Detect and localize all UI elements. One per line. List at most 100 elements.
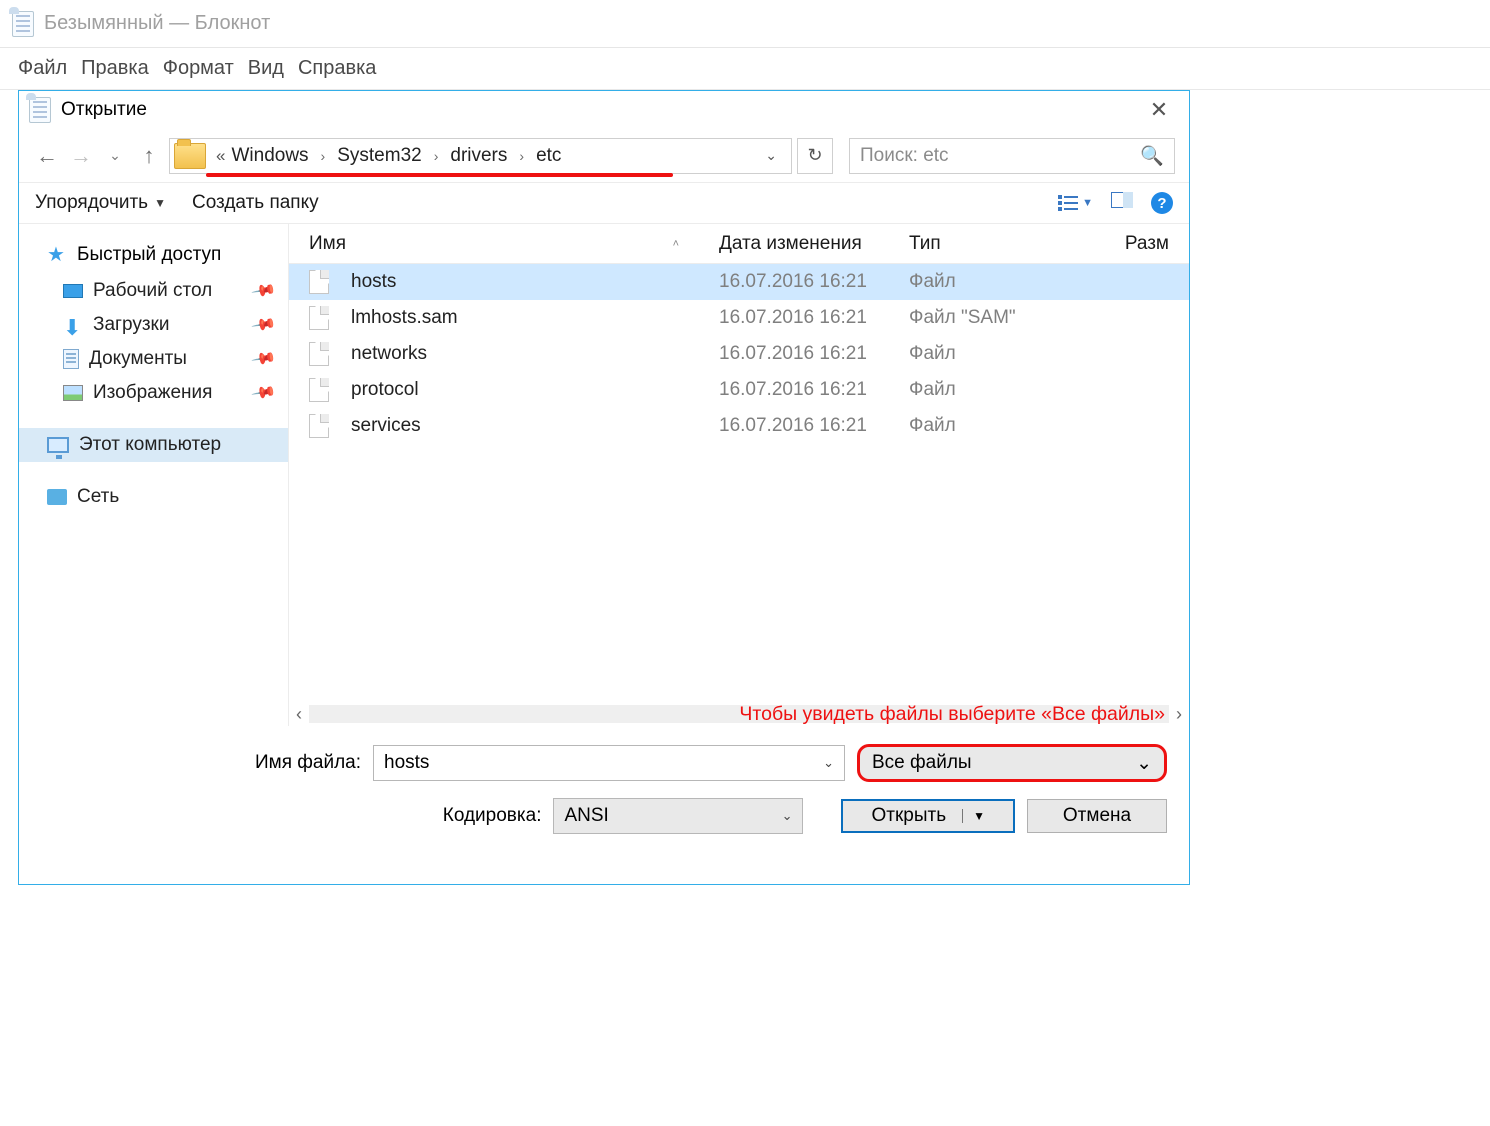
menu-format[interactable]: Формат [163, 57, 234, 80]
breadcrumb-dropdown-icon[interactable]: ⌄ [751, 147, 791, 164]
nav-history-icon[interactable]: ⌄ [101, 147, 129, 164]
sidebar-item-thispc[interactable]: Этот компьютер [19, 428, 288, 462]
file-list: Имя ˄ Дата изменения Тип Разм hosts 16.07… [289, 224, 1189, 726]
filename-value: hosts [384, 752, 429, 774]
nav-up-icon[interactable]: ↑ [135, 143, 163, 169]
menu-view[interactable]: Вид [248, 57, 284, 80]
list-view-icon [1058, 195, 1078, 211]
cancel-button[interactable]: Отмена [1027, 799, 1167, 833]
file-date: 16.07.2016 16:21 [719, 271, 909, 293]
file-row[interactable]: lmhosts.sam16.07.2016 16:21Файл "SAM" [289, 300, 1189, 336]
file-icon [309, 414, 329, 438]
column-type[interactable]: Тип [909, 233, 1109, 255]
dialog-form: Имя файла: hosts ⌄ Все файлы ⌄ Кодировка… [19, 726, 1189, 884]
chevron-right-icon: › [509, 148, 534, 164]
organize-button[interactable]: Упорядочить ▼ [35, 192, 166, 214]
file-icon [309, 378, 329, 402]
file-name: networks [351, 343, 427, 365]
preview-pane-button[interactable] [1111, 192, 1133, 214]
nav-arrows: ← → ⌄ ↑ [33, 143, 163, 169]
file-name: lmhosts.sam [351, 307, 458, 329]
sidebar-item-pictures[interactable]: Изображения 📌 [19, 376, 288, 410]
chevron-down-icon[interactable]: ⌄ [823, 755, 834, 771]
annotation-hint: Чтобы увидеть файлы выберите «Все файлы» [739, 703, 1165, 726]
split-chevron-icon[interactable]: ▼ [962, 809, 985, 823]
breadcrumb: « Windows › System32 › drivers › etc [208, 145, 561, 167]
breadcrumb-part[interactable]: etc [536, 145, 561, 167]
open-dialog: Открытие ✕ ← → ⌄ ↑ « Windows › System32 … [18, 90, 1190, 885]
column-name[interactable]: Имя ˄ [309, 233, 719, 255]
search-input[interactable]: Поиск: etc 🔍 [849, 138, 1175, 174]
chevron-right-icon: › [311, 148, 336, 164]
file-date: 16.07.2016 16:21 [719, 379, 909, 401]
pin-icon: 📌 [250, 379, 278, 407]
menu-edit[interactable]: Правка [81, 57, 149, 80]
filetype-filter[interactable]: Все файлы ⌄ [857, 744, 1167, 782]
new-folder-button[interactable]: Создать папку [192, 192, 319, 214]
nav-forward-icon: → [67, 143, 95, 169]
chevron-down-icon[interactable]: ⌄ [782, 808, 793, 824]
horizontal-scrollbar[interactable]: ‹ Чтобы увидеть файлы выберите «Все файл… [289, 702, 1189, 726]
file-row[interactable]: hosts 16.07.2016 16:21Файл [289, 264, 1189, 300]
dialog-icon [29, 97, 51, 123]
star-icon: ★ [47, 245, 67, 265]
encoding-value: ANSI [564, 805, 608, 827]
file-type: Файл [909, 271, 1109, 293]
view-mode-button[interactable]: ▼ [1058, 195, 1093, 211]
network-icon [47, 489, 67, 505]
notepad-titlebar: Безымянный — Блокнот [0, 0, 1490, 48]
nav-back-icon[interactable]: ← [33, 143, 61, 169]
sidebar: ★ Быстрый доступ Рабочий стол 📌 ⬇ Загруз… [19, 224, 289, 726]
column-date[interactable]: Дата изменения [719, 233, 909, 255]
menu-help[interactable]: Справка [298, 57, 376, 80]
sidebar-item-network[interactable]: Сеть [19, 480, 288, 514]
file-icon [309, 306, 329, 330]
breadcrumb-part[interactable]: drivers [450, 145, 507, 167]
file-icon [309, 270, 329, 294]
filename-label: Имя файла: [41, 752, 361, 774]
chevron-down-icon[interactable]: ⌄ [1136, 752, 1152, 775]
file-row[interactable]: protocol 16.07.2016 16:21Файл [289, 372, 1189, 408]
help-icon[interactable]: ? [1151, 192, 1173, 214]
breadcrumb-prefix: « [208, 146, 229, 166]
scroll-left-icon[interactable]: ‹ [289, 704, 309, 725]
file-icon [309, 342, 329, 366]
encoding-select[interactable]: ANSI ⌄ [553, 798, 803, 834]
file-date: 16.07.2016 16:21 [719, 307, 909, 329]
column-size[interactable]: Разм [1109, 233, 1169, 255]
sidebar-item-downloads[interactable]: ⬇ Загрузки 📌 [19, 308, 288, 342]
open-button[interactable]: Открыть ▼ [841, 799, 1015, 833]
scroll-right-icon[interactable]: › [1169, 704, 1189, 725]
annotation-underline [206, 173, 673, 177]
file-type: Файл [909, 379, 1109, 401]
breadcrumb-part[interactable]: System32 [337, 145, 421, 167]
encoding-label: Кодировка: [0, 805, 541, 827]
file-type: Файл [909, 415, 1109, 437]
file-date: 16.07.2016 16:21 [719, 415, 909, 437]
close-icon[interactable]: ✕ [1139, 97, 1179, 123]
sidebar-item-quick-access[interactable]: ★ Быстрый доступ [19, 238, 288, 274]
breadcrumb-bar[interactable]: « Windows › System32 › drivers › etc ⌄ [169, 138, 792, 174]
nav-row: ← → ⌄ ↑ « Windows › System32 › drivers ›… [19, 129, 1189, 182]
file-row[interactable]: networks16.07.2016 16:21Файл [289, 336, 1189, 372]
document-icon [63, 349, 79, 369]
chevron-down-icon: ▼ [1082, 197, 1093, 209]
download-icon: ⬇ [63, 315, 83, 335]
file-name: hosts [351, 271, 396, 293]
breadcrumb-part[interactable]: Windows [231, 145, 308, 167]
file-row[interactable]: services 16.07.2016 16:21Файл [289, 408, 1189, 444]
refresh-button[interactable]: ↻ [797, 138, 833, 174]
monitor-icon [47, 437, 69, 453]
dialog-titlebar: Открытие ✕ [19, 91, 1189, 129]
file-name: services [351, 415, 421, 437]
sidebar-item-desktop[interactable]: Рабочий стол 📌 [19, 274, 288, 308]
sidebar-item-documents[interactable]: Документы 📌 [19, 342, 288, 376]
file-name: protocol [351, 379, 419, 401]
search-icon: 🔍 [1140, 144, 1164, 168]
filename-input[interactable]: hosts ⌄ [373, 745, 845, 781]
menu-file[interactable]: Файл [18, 57, 67, 80]
desktop-icon [63, 284, 83, 298]
pin-icon: 📌 [250, 277, 278, 305]
notepad-title: Безымянный — Блокнот [44, 12, 270, 35]
filetype-value: Все файлы [872, 752, 972, 774]
